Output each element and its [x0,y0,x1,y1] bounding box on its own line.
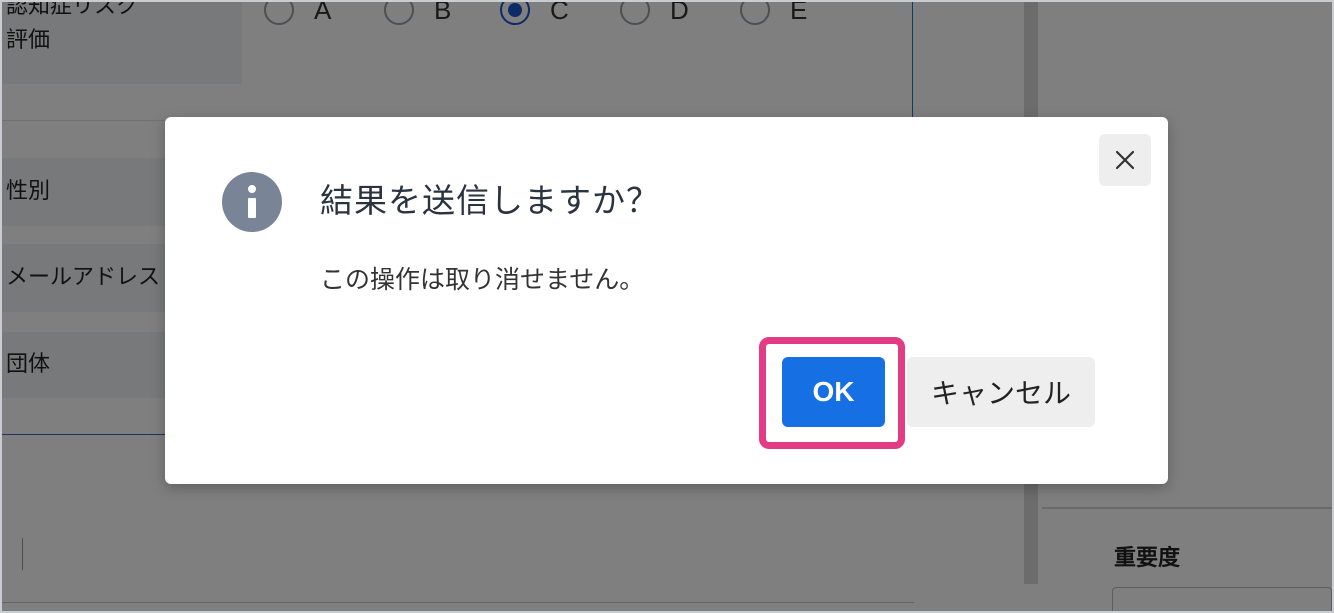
cancel-button[interactable]: キャンセル [907,357,1095,427]
screenshot-frame: 認知症リスク 評価 A B C D E [0,0,1334,613]
ok-button[interactable]: OK [782,357,885,427]
info-icon-bar [248,198,256,218]
confirm-dialog: 結果を送信しますか？ この操作は取り消せません。 OK キャンセル [165,117,1168,484]
info-icon [222,172,282,232]
dialog-title: 結果を送信しますか？ [320,181,660,220]
info-icon-dot [248,185,256,193]
dialog-message: この操作は取り消せません。 [320,265,645,294]
close-button[interactable] [1099,134,1151,186]
close-icon [1115,150,1135,170]
